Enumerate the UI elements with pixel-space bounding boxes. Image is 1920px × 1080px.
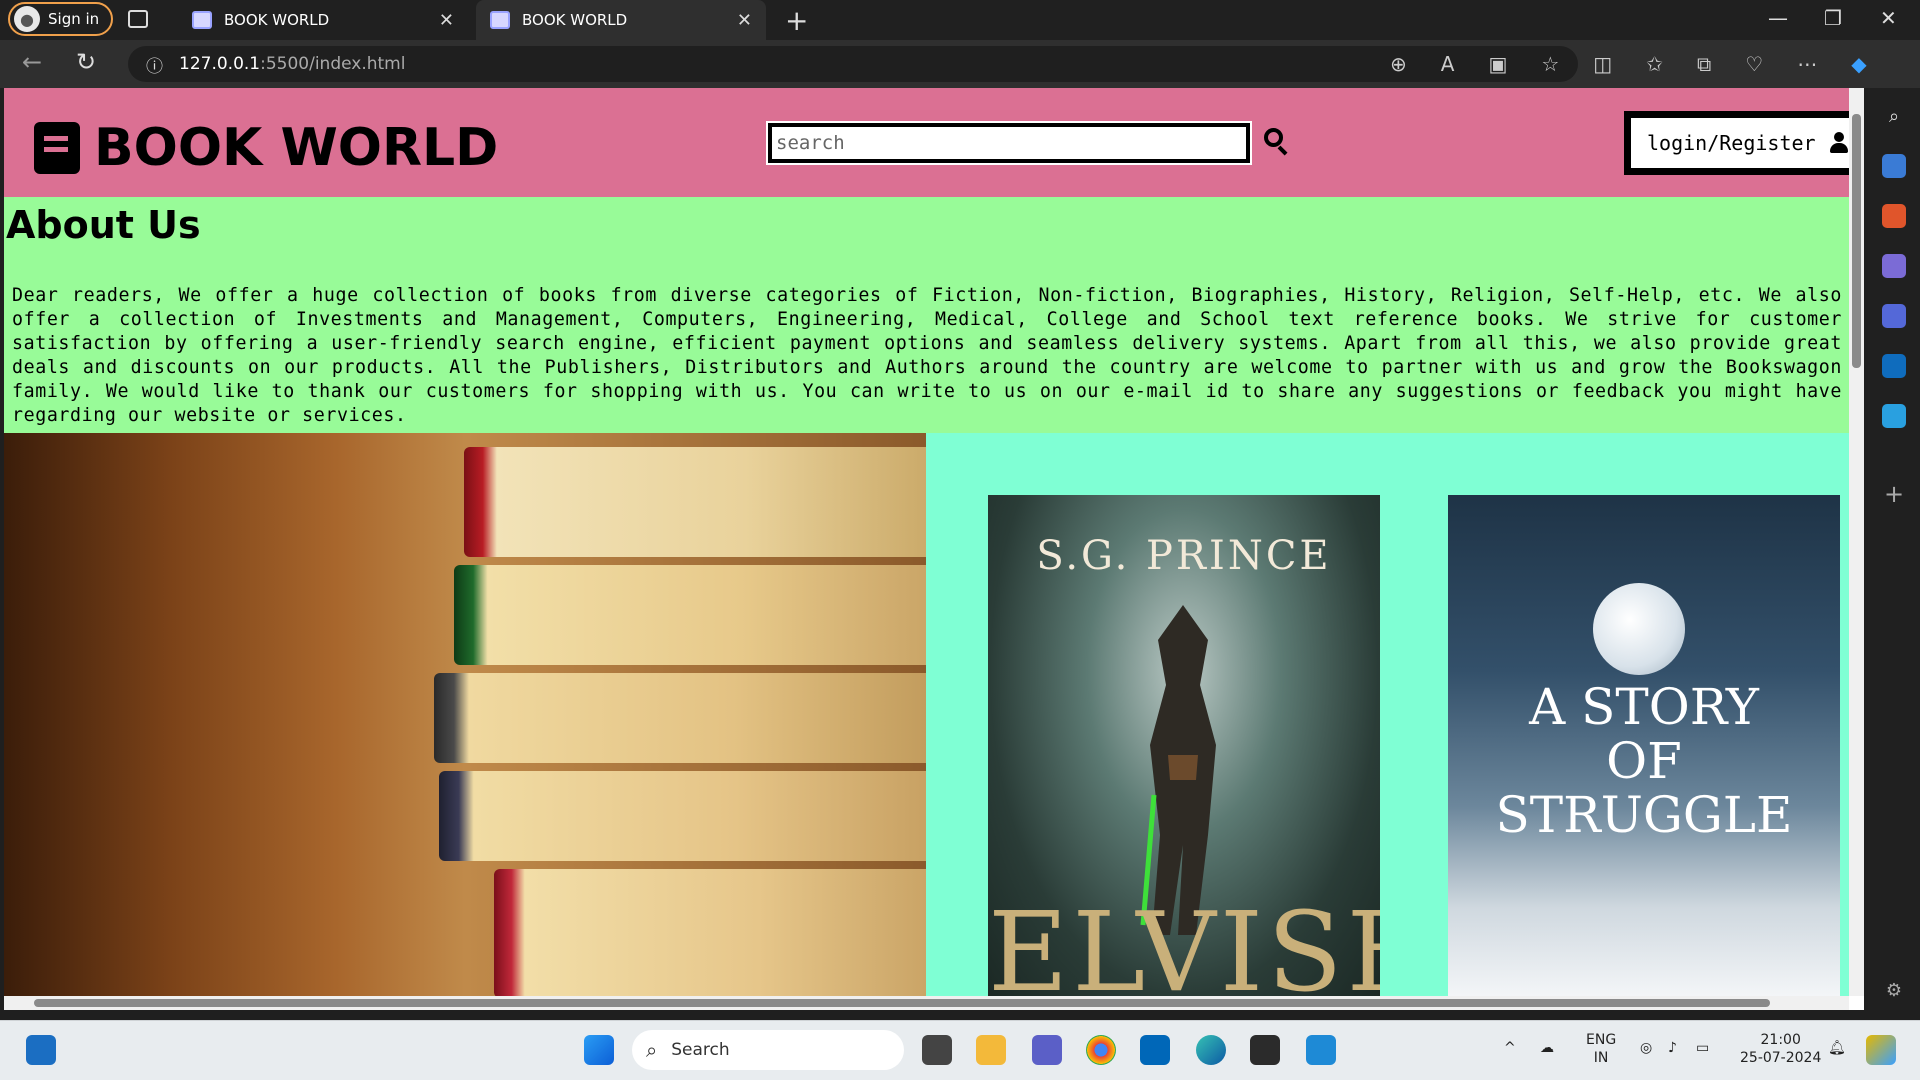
browser-tab-1[interactable]: BOOK WORLD ✕	[178, 0, 468, 40]
add-sidebar-icon[interactable]: +	[1882, 480, 1906, 508]
tab-actions-icon[interactable]	[128, 10, 148, 28]
close-tab-icon[interactable]: ✕	[439, 10, 454, 31]
edge-icon[interactable]	[1196, 1035, 1226, 1065]
search-icon[interactable]	[1262, 126, 1290, 156]
settings-gear-icon[interactable]: ⚙	[1882, 978, 1906, 1002]
browser-tab-bar: ● Sign in BOOK WORLD ✕ BOOK WORLD ✕ + — …	[0, 0, 1920, 40]
toolbar-icons: ⊕ A ▣ ☆ ◫ ✩ ⧉ ♡ ⋯ ◆	[1390, 52, 1867, 76]
favorite-star-icon[interactable]: ☆	[1541, 52, 1559, 76]
favorites-icon[interactable]: ✩	[1646, 52, 1663, 76]
task-view-icon[interactable]	[922, 1035, 952, 1065]
start-icon[interactable]	[584, 1035, 614, 1065]
copilot-sidebar-icon[interactable]	[1882, 304, 1906, 328]
address-bar-row: ← ↻ ⓘ 127.0.0.1:5500/index.html ⊕ A ▣ ☆ …	[0, 40, 1920, 88]
onedrive-icon[interactable]: ☁	[1540, 1039, 1554, 1057]
browser-tab-2[interactable]: BOOK WORLD ✕	[476, 0, 766, 40]
taskbar-search[interactable]: ⌕ Search	[632, 1030, 904, 1070]
collections-icon[interactable]: ⧉	[1697, 52, 1711, 76]
vscode-icon[interactable]	[1306, 1035, 1336, 1065]
vertical-scrollbar[interactable]	[1849, 88, 1864, 996]
back-icon[interactable]: ←	[22, 48, 42, 76]
logo-text: BOOK WORLD	[94, 118, 499, 178]
store-icon[interactable]	[1140, 1035, 1170, 1065]
cover-title: A STORY OF STRUGGLE	[1495, 678, 1793, 844]
login-label: login/Register	[1647, 131, 1816, 155]
zoom-icon[interactable]: ⊕	[1390, 52, 1407, 76]
about-body: Dear readers, We offer a huge collection…	[12, 285, 1842, 426]
cover-title: ELVISH	[988, 888, 1380, 998]
tools-icon[interactable]	[1882, 204, 1906, 228]
horizontal-scrollbar[interactable]	[4, 996, 1849, 1010]
volume-icon[interactable]: ♪	[1668, 1039, 1677, 1057]
close-window-icon[interactable]: ✕	[1880, 6, 1897, 30]
book-icon	[34, 122, 80, 174]
page-viewport: BOOK WORLD login/Register About Us Dear …	[4, 88, 1864, 1010]
restore-icon[interactable]: ❐	[1824, 6, 1842, 30]
a-story-of-struggle-book-cover[interactable]: A STORY OF STRUGGLE	[1448, 495, 1840, 998]
widgets-icon[interactable]	[26, 1035, 56, 1065]
copilot-taskbar-icon[interactable]	[1866, 1035, 1896, 1065]
windows-taskbar: ⌕ Search ^ ☁ ENG IN ◎ ♪ ▭ 21:00 25-07-20…	[0, 1020, 1920, 1080]
tab-title: BOOK WORLD	[522, 11, 628, 29]
close-tab-icon[interactable]: ✕	[737, 10, 752, 31]
moon-illustration	[1593, 583, 1685, 675]
chrome-icon[interactable]	[1086, 1035, 1116, 1065]
search-input[interactable]	[768, 123, 1250, 163]
battery-icon[interactable]: ▭	[1696, 1039, 1709, 1057]
terminal-icon[interactable]	[1250, 1035, 1280, 1065]
more-options-icon[interactable]: ⋯	[1797, 52, 1817, 76]
book-stack-image	[4, 433, 926, 998]
url-path: :5500/index.html	[260, 54, 406, 74]
tab-title: BOOK WORLD	[224, 11, 330, 29]
network-icon[interactable]: ◎	[1640, 1039, 1652, 1057]
url-host: 127.0.0.1	[179, 54, 261, 74]
sign-in-button[interactable]: ● Sign in	[8, 2, 114, 36]
search-icon: ⌕	[646, 1038, 658, 1062]
about-heading: About Us	[6, 203, 201, 247]
profile-icon: ●	[14, 6, 40, 32]
clock[interactable]: 21:00 25-07-2024	[1740, 1031, 1821, 1067]
elvish-book-cover[interactable]: S.G. PRINCE ELVISH	[988, 495, 1380, 998]
chevron-up-icon[interactable]: ^	[1504, 1039, 1516, 1057]
gallery-section: S.G. PRINCE ELVISH A STORY OF STRUGGLE	[4, 433, 1849, 998]
immersive-reader-icon[interactable]: ▣	[1488, 52, 1507, 76]
book-favicon-icon	[192, 11, 212, 29]
outlook-icon[interactable]	[1882, 354, 1906, 378]
hooded-figure-illustration	[1140, 605, 1216, 935]
read-aloud-icon[interactable]: A	[1441, 52, 1455, 76]
browser-essentials-icon[interactable]: ♡	[1745, 52, 1763, 76]
telegram-icon[interactable]	[1882, 404, 1906, 428]
new-tab-button[interactable]: +	[785, 4, 808, 37]
about-section: About Us Dear readers, We offer a huge c…	[4, 197, 1849, 433]
games-icon[interactable]	[1882, 254, 1906, 278]
file-explorer-icon[interactable]	[976, 1035, 1006, 1065]
url-field[interactable]: ⓘ 127.0.0.1:5500/index.html	[128, 46, 1578, 82]
shopping-tag-icon[interactable]	[1882, 154, 1906, 178]
refresh-icon[interactable]: ↻	[76, 48, 96, 76]
taskbar-search-label: Search	[671, 1040, 730, 1060]
login-register-button[interactable]: login/Register	[1624, 111, 1864, 175]
notification-bell-icon[interactable]: 🔔︎	[1828, 1039, 1846, 1057]
site-header: BOOK WORLD login/Register	[4, 88, 1864, 197]
browser-side-panel: ⌕ + ⚙	[1868, 88, 1920, 1010]
minimize-icon[interactable]: —	[1768, 6, 1788, 30]
copilot-icon[interactable]: ◆	[1851, 52, 1866, 76]
teams-icon[interactable]	[1032, 1035, 1062, 1065]
language-indicator[interactable]: ENG IN	[1586, 1031, 1616, 1067]
user-icon	[1829, 132, 1848, 154]
site-logo[interactable]: BOOK WORLD	[34, 118, 498, 178]
sign-in-label: Sign in	[48, 10, 100, 28]
search-sidebar-icon[interactable]: ⌕	[1882, 104, 1906, 128]
book-favicon-icon	[490, 11, 510, 29]
cover-author: S.G. PRINCE	[1036, 533, 1332, 579]
site-info-icon[interactable]: ⓘ	[146, 52, 163, 77]
split-screen-icon[interactable]: ◫	[1593, 52, 1612, 76]
